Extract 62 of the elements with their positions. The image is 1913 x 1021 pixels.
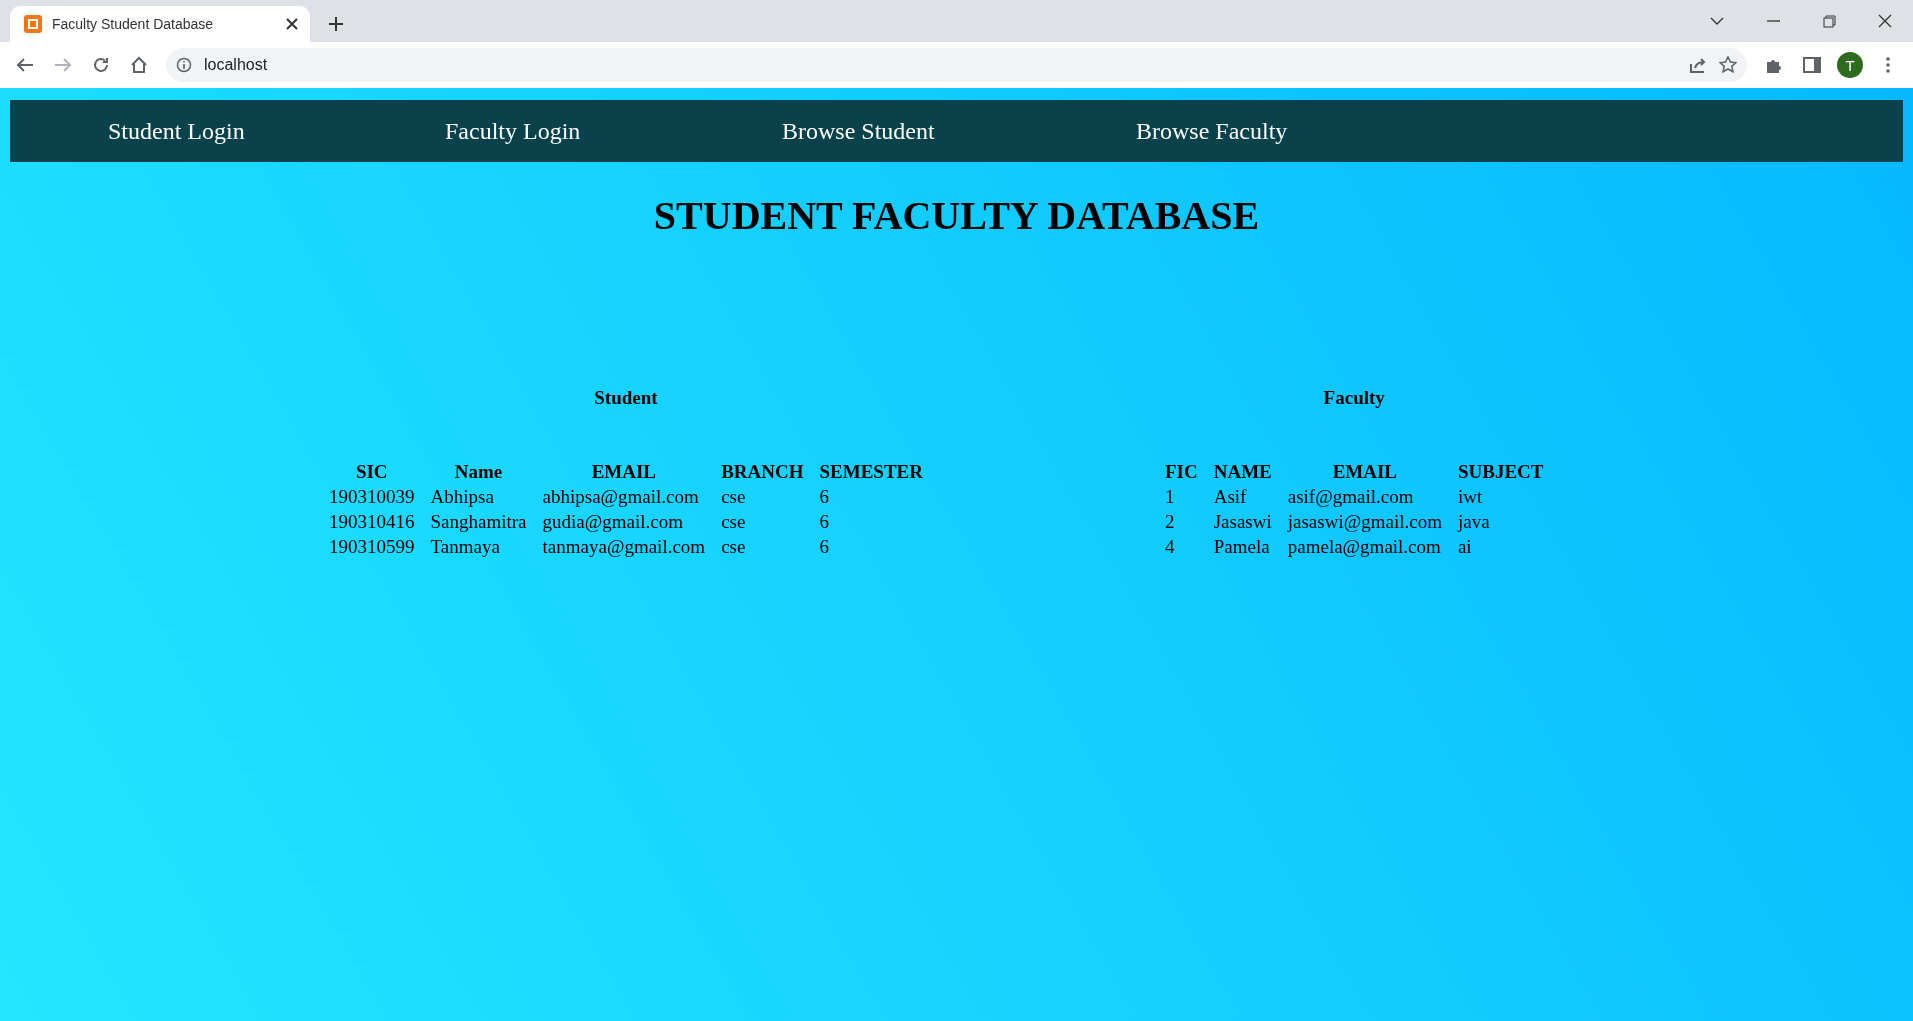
table-cell-text: 6 [818, 535, 830, 559]
info-icon [176, 57, 192, 73]
site-favicon-icon [24, 15, 42, 33]
close-icon[interactable] [1878, 14, 1892, 28]
reload-icon[interactable] [92, 56, 110, 74]
table-cell-text: 6 [818, 510, 830, 534]
table-cell-text: cse [720, 535, 747, 559]
column-header: SUBJECT [1456, 460, 1545, 484]
side-panel-icon[interactable] [1803, 57, 1821, 73]
plus-icon[interactable] [329, 17, 343, 31]
page-heading: STUDENT FACULTY DATABASE [652, 192, 1261, 239]
table-cell-text: 1 [1163, 485, 1176, 509]
nav-link[interactable]: Faculty Login [445, 117, 782, 145]
restore-icon[interactable] [1822, 14, 1836, 28]
address-bar[interactable]: localhost [166, 48, 1747, 82]
column-header: FIC [1163, 460, 1199, 484]
table-cell-text: Jasaswi [1212, 510, 1273, 534]
table-cell-text: 2 [1163, 510, 1176, 534]
table-caption: Faculty [1323, 387, 1385, 409]
table-cell-text: iwt [1456, 485, 1484, 509]
table-cell-text: pamela@gmail.com [1286, 535, 1442, 559]
table-cell-text: Abhipsa [429, 485, 495, 509]
table-cell-text: ai [1456, 535, 1473, 559]
column-header: SEMESTER [818, 460, 924, 484]
profile-avatar[interactable]: T [1837, 52, 1863, 78]
table-cell-text: tanmaya@gmail.com [541, 535, 707, 559]
table-cell-text: Sanghamitra [429, 510, 528, 534]
nav-link[interactable]: Student Login [108, 117, 445, 145]
column-header: EMAIL [1331, 460, 1399, 484]
table-cell-text: asif@gmail.com [1286, 485, 1415, 509]
table-cell-text: 4 [1163, 535, 1176, 559]
table-cell-text: cse [720, 485, 747, 509]
nav-link[interactable]: Browse Faculty [1136, 117, 1473, 145]
home-icon[interactable] [130, 56, 148, 74]
more-menu-icon[interactable] [1886, 57, 1890, 73]
column-header: EMAIL [590, 460, 658, 484]
table-caption: Student [594, 387, 658, 409]
table-cell-text: 190310039 [328, 485, 416, 509]
table-cell-text: cse [720, 510, 747, 534]
chevron-down-icon[interactable] [1710, 17, 1724, 25]
table-cell-text: Asif [1212, 485, 1248, 509]
column-header: SIC [354, 460, 389, 484]
table-cell-text: Tanmaya [429, 535, 501, 559]
column-header: Name [453, 460, 504, 484]
nav-link[interactable]: Browse Student [782, 117, 1136, 145]
browser-tab[interactable]: Faculty Student Database [10, 6, 310, 42]
table-cell-text: abhipsa@gmail.com [541, 485, 700, 509]
column-header: BRANCH [720, 460, 805, 484]
close-icon[interactable] [286, 18, 298, 30]
table-cell-text: 6 [818, 485, 830, 509]
table-cell-text: java [1456, 510, 1491, 534]
back-arrow-icon[interactable] [16, 57, 34, 73]
share-icon[interactable] [1689, 56, 1707, 74]
table-cell-text: 190310599 [328, 535, 416, 559]
tab-title: Faculty Student Database [52, 16, 215, 32]
star-icon[interactable] [1719, 56, 1737, 74]
table-cell-text: 190310416 [328, 510, 416, 534]
table-cell-text: gudia@gmail.com [541, 510, 684, 534]
table-cell-text: Pamela [1212, 535, 1271, 559]
table-cell-text: jasaswi@gmail.com [1286, 510, 1443, 534]
column-header: NAME [1212, 460, 1273, 484]
minimize-icon[interactable] [1766, 20, 1780, 22]
